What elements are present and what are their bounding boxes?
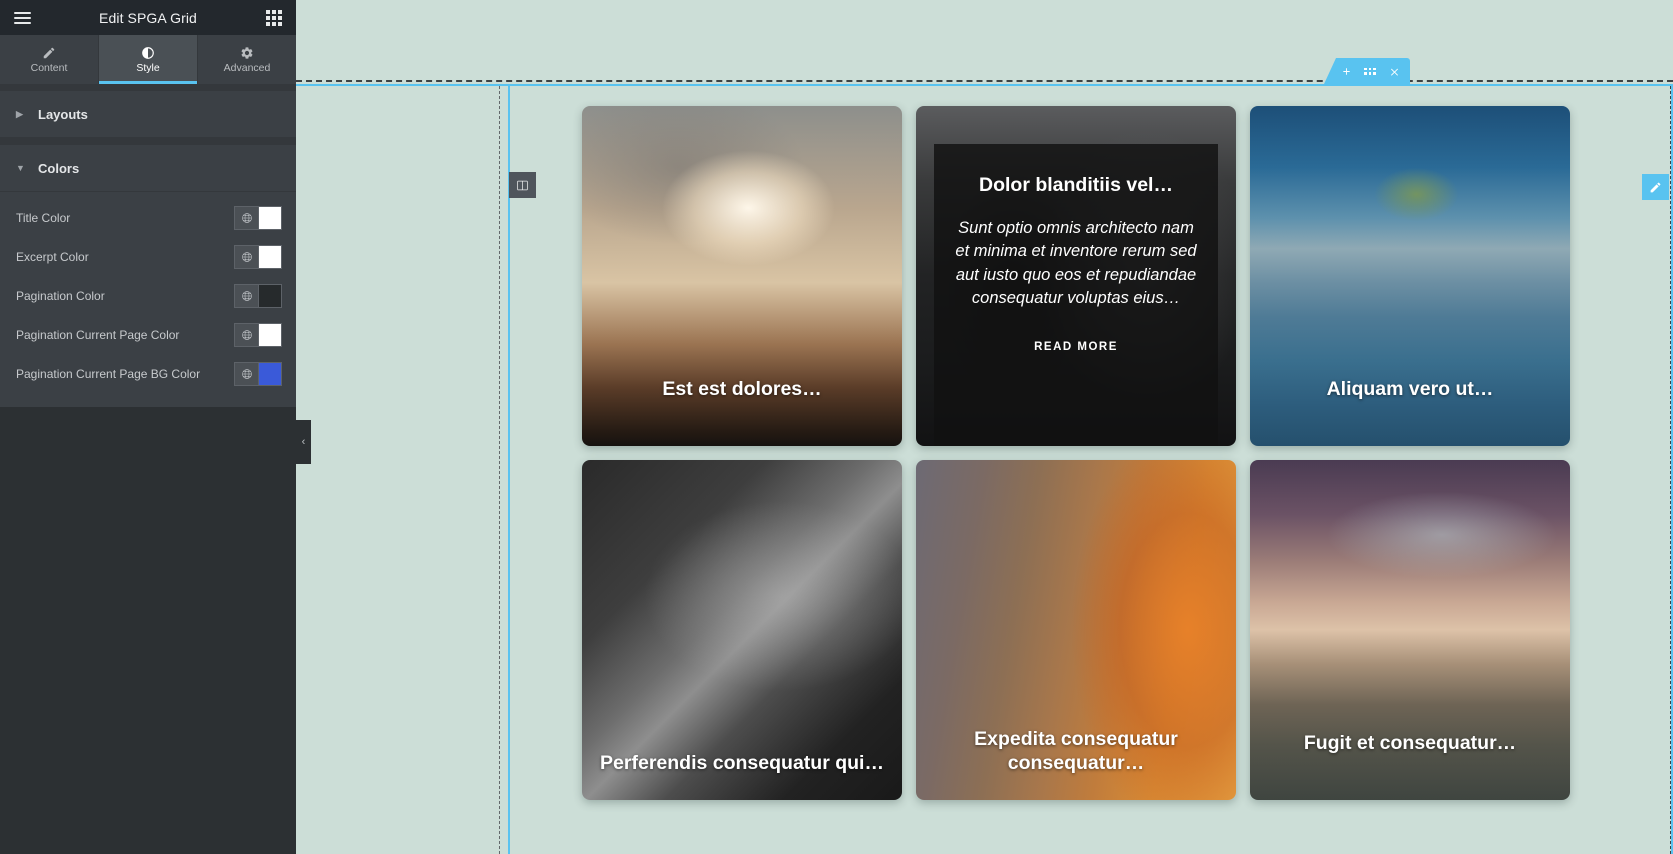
grid-card-active[interactable]: Dolor blanditiis vel… Sunt optio omnis a… — [916, 106, 1236, 446]
colors-controls: Title Color Excerpt Color Pagination Col… — [0, 192, 296, 407]
tab-content[interactable]: Content — [0, 35, 99, 84]
apps-grid-icon[interactable] — [266, 9, 282, 26]
globe-icon[interactable] — [234, 205, 258, 230]
control-label: Excerpt Color — [16, 249, 89, 264]
section-layouts[interactable]: ▶ Layouts — [0, 91, 296, 138]
control-excerpt-color: Excerpt Color — [0, 237, 296, 276]
gear-icon — [240, 46, 254, 60]
section-toolbar — [1324, 58, 1410, 84]
preview-canvas: Est est dolores… Dolor blanditiis vel… S… — [296, 0, 1673, 854]
hamburger-icon[interactable] — [14, 11, 31, 24]
card-title: Perferendis consequatur qui… — [600, 752, 884, 775]
panel-divider — [0, 84, 296, 91]
drag-dots-icon[interactable] — [1358, 58, 1382, 84]
globe-icon[interactable] — [234, 361, 258, 386]
grid-card[interactable]: Est est dolores… — [582, 106, 902, 446]
card-title: Aliquam vero ut… — [1326, 378, 1494, 401]
sidebar-empty-area — [0, 407, 296, 854]
tab-advanced[interactable]: Advanced — [198, 35, 296, 84]
column-highlight-left — [508, 86, 510, 854]
card-title: Dolor blanditiis vel… — [979, 174, 1173, 196]
add-section-button[interactable] — [1334, 58, 1358, 84]
section-colors[interactable]: ▼ Colors — [0, 145, 296, 192]
color-swatch[interactable] — [258, 322, 282, 347]
widget-edit-button[interactable] — [1642, 174, 1669, 200]
panel-header: Edit SPGA Grid — [0, 0, 296, 35]
column-dashed-border-left — [499, 86, 500, 854]
panel-tabs: Content Style Advanced — [0, 35, 296, 84]
globe-icon[interactable] — [234, 322, 258, 347]
grid-card[interactable]: Fugit et consequatur… — [1250, 460, 1570, 800]
sidebar-collapse-handle[interactable]: ‹ — [296, 420, 311, 464]
control-title-color: Title Color — [0, 198, 296, 237]
monochrome-arch-architecture-photo — [582, 460, 902, 800]
globe-icon[interactable] — [234, 283, 258, 308]
color-picker — [234, 244, 282, 269]
column-handle-button[interactable] — [509, 172, 536, 198]
contrast-icon — [141, 46, 155, 60]
spga-post-grid: Est est dolores… Dolor blanditiis vel… S… — [582, 106, 1582, 800]
section-dashed-border-top — [296, 80, 1673, 82]
grid-card[interactable]: Perferendis consequatur qui… — [582, 460, 902, 800]
grid-card[interactable]: Expedita consequatur consequatur… — [916, 460, 1236, 800]
color-swatch[interactable] — [258, 205, 282, 230]
card-title: Est est dolores… — [662, 378, 822, 401]
tab-style[interactable]: Style — [99, 35, 198, 84]
tab-advanced-label: Advanced — [223, 61, 271, 74]
color-swatch[interactable] — [258, 361, 282, 386]
editor-sidebar: Edit SPGA Grid Content Style Advanced ▶ … — [0, 0, 296, 854]
color-picker — [234, 361, 282, 386]
color-picker — [234, 205, 282, 230]
card-title: Expedita consequatur consequatur… — [974, 727, 1178, 775]
color-picker — [234, 322, 282, 347]
color-swatch[interactable] — [258, 283, 282, 308]
control-pagination-current-page-color: Pagination Current Page Color — [0, 315, 296, 354]
card-hover-overlay: Dolor blanditiis vel… Sunt optio omnis a… — [934, 144, 1218, 446]
card-excerpt: Sunt optio omnis architecto nam et minim… — [955, 219, 1197, 308]
grid-card[interactable]: Aliquam vero ut… — [1250, 106, 1570, 446]
panel-divider-2 — [0, 138, 296, 145]
chevron-down-icon: ▼ — [16, 162, 25, 173]
control-label: Pagination Color — [16, 288, 105, 303]
tab-content-label: Content — [30, 61, 68, 74]
section-layouts-label: Layouts — [38, 106, 88, 122]
close-icon[interactable] — [1382, 58, 1406, 84]
control-label: Pagination Current Page Color — [16, 327, 180, 342]
section-container: Est est dolores… Dolor blanditiis vel… S… — [296, 80, 1673, 854]
control-label: Pagination Current Page BG Color — [16, 366, 201, 381]
section-colors-label: Colors — [38, 160, 80, 176]
pencil-icon — [42, 46, 56, 60]
tab-style-label: Style — [136, 61, 160, 74]
chevron-right-icon: ▶ — [16, 108, 23, 119]
read-more-button[interactable]: READ MORE — [1034, 341, 1118, 353]
card-title: Fugit et consequatur… — [1303, 732, 1517, 755]
control-pagination-color: Pagination Color — [0, 276, 296, 315]
control-label: Title Color — [16, 210, 71, 225]
page-title: Edit SPGA Grid — [99, 9, 197, 26]
globe-icon[interactable] — [234, 244, 258, 269]
elementor-editor: Edit SPGA Grid Content Style Advanced ▶ … — [0, 0, 1673, 854]
color-swatch[interactable] — [258, 244, 282, 269]
control-pagination-current-page-bg-color: Pagination Current Page BG Color — [0, 354, 296, 393]
color-picker — [234, 283, 282, 308]
